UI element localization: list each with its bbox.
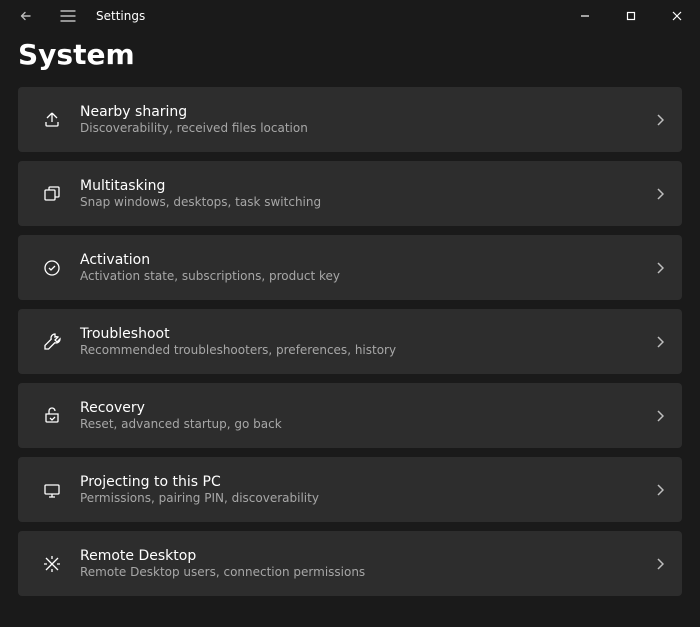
item-activation[interactable]: Activation Activation state, subscriptio… — [18, 235, 682, 300]
item-text: Recovery Reset, advanced startup, go bac… — [80, 400, 656, 431]
item-text: Multitasking Snap windows, desktops, tas… — [80, 178, 656, 209]
item-text: Nearby sharing Discoverability, received… — [80, 104, 656, 135]
chevron-right-icon — [656, 484, 664, 496]
item-title: Projecting to this PC — [80, 474, 656, 490]
app-title: Settings — [96, 9, 145, 23]
minimize-button[interactable] — [562, 0, 608, 32]
item-text: Projecting to this PC Permissions, pairi… — [80, 474, 656, 505]
item-multitasking[interactable]: Multitasking Snap windows, desktops, tas… — [18, 161, 682, 226]
menu-button[interactable] — [50, 0, 86, 32]
chevron-right-icon — [656, 336, 664, 348]
hamburger-icon — [60, 10, 76, 22]
item-title: Multitasking — [80, 178, 656, 194]
item-subtitle: Discoverability, received files location — [80, 121, 656, 135]
item-projecting[interactable]: Projecting to this PC Permissions, pairi… — [18, 457, 682, 522]
item-title: Recovery — [80, 400, 656, 416]
content-area: System Nearby sharing Discoverability, r… — [0, 32, 700, 627]
item-text: Troubleshoot Recommended troubleshooters… — [80, 326, 656, 357]
remote-desktop-icon — [32, 554, 72, 574]
projecting-icon — [32, 480, 72, 500]
chevron-right-icon — [656, 558, 664, 570]
close-button[interactable] — [654, 0, 700, 32]
item-title: Activation — [80, 252, 656, 268]
multitask-icon — [32, 184, 72, 204]
chevron-right-icon — [656, 262, 664, 274]
checkmark-shield-icon — [32, 258, 72, 278]
item-subtitle: Permissions, pairing PIN, discoverabilit… — [80, 491, 656, 505]
titlebar: Settings — [0, 0, 700, 32]
item-troubleshoot[interactable]: Troubleshoot Recommended troubleshooters… — [18, 309, 682, 374]
page-title: System — [18, 38, 682, 71]
maximize-button[interactable] — [608, 0, 654, 32]
close-icon — [672, 11, 682, 21]
share-icon — [32, 110, 72, 130]
minimize-icon — [580, 11, 590, 21]
item-subtitle: Recommended troubleshooters, preferences… — [80, 343, 656, 357]
item-remote-desktop[interactable]: Remote Desktop Remote Desktop users, con… — [18, 531, 682, 596]
item-title: Troubleshoot — [80, 326, 656, 342]
item-subtitle: Activation state, subscriptions, product… — [80, 269, 656, 283]
arrow-left-icon — [19, 9, 33, 23]
item-text: Remote Desktop Remote Desktop users, con… — [80, 548, 656, 579]
item-title: Remote Desktop — [80, 548, 656, 564]
item-subtitle: Remote Desktop users, connection permiss… — [80, 565, 656, 579]
wrench-icon — [32, 332, 72, 352]
item-subtitle: Snap windows, desktops, task switching — [80, 195, 656, 209]
chevron-right-icon — [656, 114, 664, 126]
item-text: Activation Activation state, subscriptio… — [80, 252, 656, 283]
titlebar-left: Settings — [0, 0, 145, 32]
chevron-right-icon — [656, 410, 664, 422]
back-button[interactable] — [8, 0, 44, 32]
item-nearby-sharing[interactable]: Nearby sharing Discoverability, received… — [18, 87, 682, 152]
chevron-right-icon — [656, 188, 664, 200]
window-controls — [562, 0, 700, 32]
item-title: Nearby sharing — [80, 104, 656, 120]
item-recovery[interactable]: Recovery Reset, advanced startup, go bac… — [18, 383, 682, 448]
recovery-icon — [32, 406, 72, 426]
maximize-icon — [626, 11, 636, 21]
item-subtitle: Reset, advanced startup, go back — [80, 417, 656, 431]
